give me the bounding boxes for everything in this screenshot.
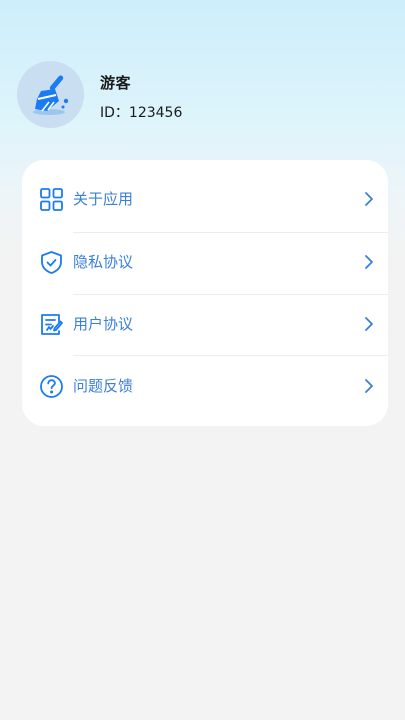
menu-item-feedback[interactable]: 问题反馈 xyxy=(22,356,388,418)
username: 游客 xyxy=(100,74,132,92)
broom-icon xyxy=(32,75,68,115)
menu-item-label: 关于应用 xyxy=(73,190,134,208)
settings-page: 游客 ID：123456 关于应用 隐私协议 用户协议 问题反馈 xyxy=(0,0,405,720)
grid-icon xyxy=(39,187,64,212)
user-profile[interactable]: 游客 ID：123456 xyxy=(17,61,377,129)
document-edit-icon xyxy=(39,312,64,337)
menu-item-label: 隐私协议 xyxy=(73,253,134,271)
user-id: ID：123456 xyxy=(100,105,183,121)
menu-item-privacy[interactable]: 隐私协议 xyxy=(22,232,388,294)
menu-item-user-agreement[interactable]: 用户协议 xyxy=(22,294,388,356)
menu-item-label: 用户协议 xyxy=(73,315,134,333)
shield-check-icon xyxy=(39,250,64,275)
menu-item-about[interactable]: 关于应用 xyxy=(22,169,388,231)
menu-item-label: 问题反馈 xyxy=(73,377,134,395)
avatar[interactable] xyxy=(17,61,84,128)
chevron-right-icon xyxy=(364,191,374,207)
question-circle-icon xyxy=(39,374,64,399)
chevron-right-icon xyxy=(364,316,374,332)
menu-card: 关于应用 隐私协议 用户协议 问题反馈 xyxy=(22,160,388,426)
chevron-right-icon xyxy=(364,254,374,270)
chevron-right-icon xyxy=(364,378,374,394)
